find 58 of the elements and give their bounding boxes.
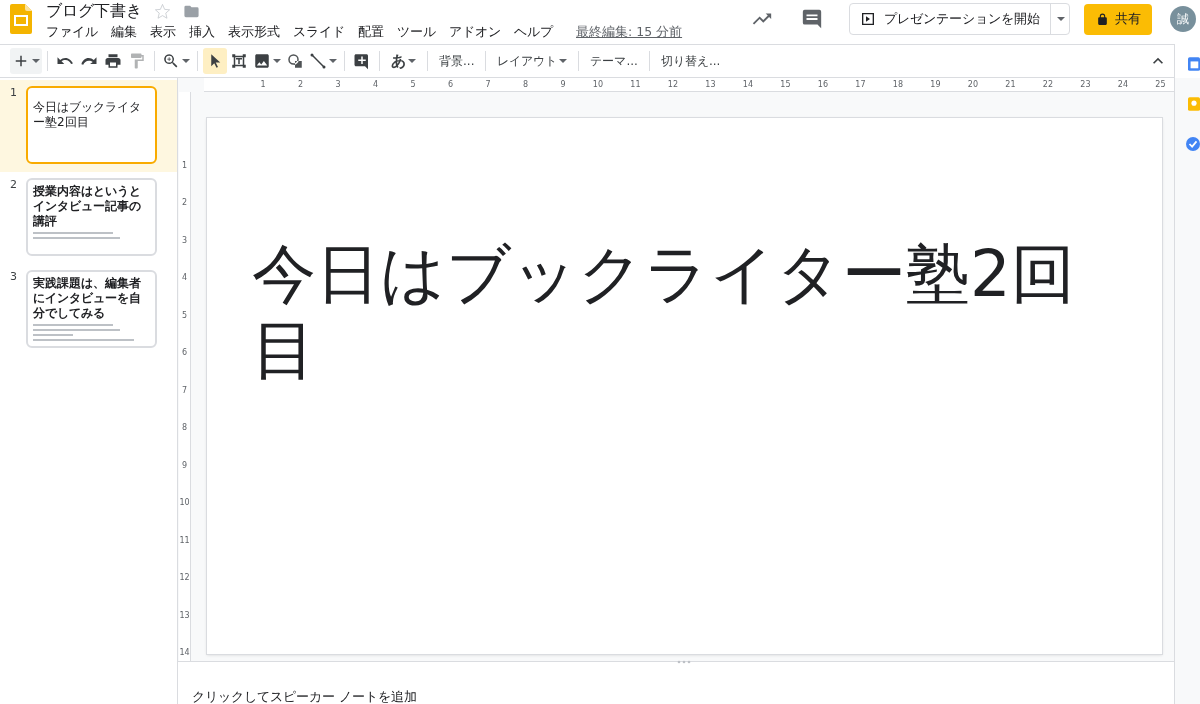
vertical-ruler: 1 2 3 4 5 6 7 8 9 10 11 12 13 14 [179,92,191,661]
menu-item[interactable]: 挿入 [189,23,215,41]
select-button[interactable] [203,48,227,74]
slide-thumbnail[interactable]: 実践課題は、編集者にインタビューを自分でしてみる [26,270,157,348]
thumbnail-title: 実践課題は、編集者にインタビューを自分でしてみる [33,276,142,321]
input-tools-button[interactable]: あ [385,48,422,74]
present-button[interactable]: プレゼンテーションを開始 [849,3,1070,35]
resize-handle-icon[interactable] [676,660,692,664]
slide-thumbnail[interactable]: 授業内容はというとインタビュー記事の講評 [26,178,157,256]
add-comment-icon [353,52,371,70]
last-edit-link[interactable]: 最終編集: 15 分前 [576,23,683,41]
text-box-icon [230,52,248,70]
lock-icon [1095,12,1109,26]
present-label: プレゼンテーションを開始 [884,10,1040,28]
menu-item[interactable]: 表示形式 [228,23,280,41]
shape-icon [286,52,304,70]
play-icon [860,11,876,27]
slide-canvas[interactable]: 今日はブックライター塾2回目 [207,118,1162,654]
toolbar-button[interactable]: 切り替え... [654,48,727,74]
toolbar-button[interactable]: テーマ... [584,48,644,74]
caret-icon [559,57,568,65]
new-button[interactable] [10,48,42,74]
toolbar-button[interactable]: 背景... [433,48,481,74]
thumbnail-title: 今日はブックライター塾2回目 [33,100,142,130]
slide-thumbnail[interactable]: 今日はブックライター塾2回目 [26,86,157,164]
paint-roller-icon [128,52,146,70]
caret-icon [273,57,281,65]
slide-number: 1 [10,86,17,101]
calendar-icon[interactable] [1188,56,1200,72]
star-icon[interactable] [154,2,171,20]
speaker-notes-field[interactable]: クリックしてスピーカー ノートを追加 [192,689,592,704]
thumbnail-title: 授業内容はというとインタビュー記事の講評 [33,184,142,229]
slide-number: 3 [10,270,17,285]
caret-icon [329,57,337,65]
caret-icon [32,57,40,65]
menu-item[interactable]: 表示 [150,23,176,41]
comment-icon[interactable] [801,8,823,30]
menu-item[interactable]: ツール [397,23,436,41]
menu-item[interactable]: ファイル [46,23,98,41]
check-icon[interactable] [1186,136,1200,152]
caret-icon [1057,15,1065,23]
menu-item[interactable]: ヘルプ [514,23,553,41]
caret-icon [182,57,190,65]
horizontal-ruler: 1 2 3 4 5 6 7 8 9 10 11 12 13 14 15 16 17 18 19 20 21 22 23 24 25 [204,78,1174,92]
slide-title[interactable]: 今日はブックライター塾2回目 [252,236,1122,388]
caret-icon [408,57,416,65]
zoom-icon [162,52,180,70]
image-icon [253,52,271,70]
menu-item[interactable]: 編集 [111,23,137,41]
menu-item[interactable]: アドオン [449,23,501,41]
slide-number: 2 [10,178,17,193]
print-icon [104,52,122,70]
line-icon [309,52,327,70]
document-title[interactable]: ブログ下書き [46,0,142,22]
share-button[interactable]: 共有 [1084,3,1152,35]
menu-item[interactable]: スライド [293,23,345,41]
toolbar-button[interactable]: レイアウト [491,48,574,74]
menu-item[interactable]: 配置 [358,23,384,41]
